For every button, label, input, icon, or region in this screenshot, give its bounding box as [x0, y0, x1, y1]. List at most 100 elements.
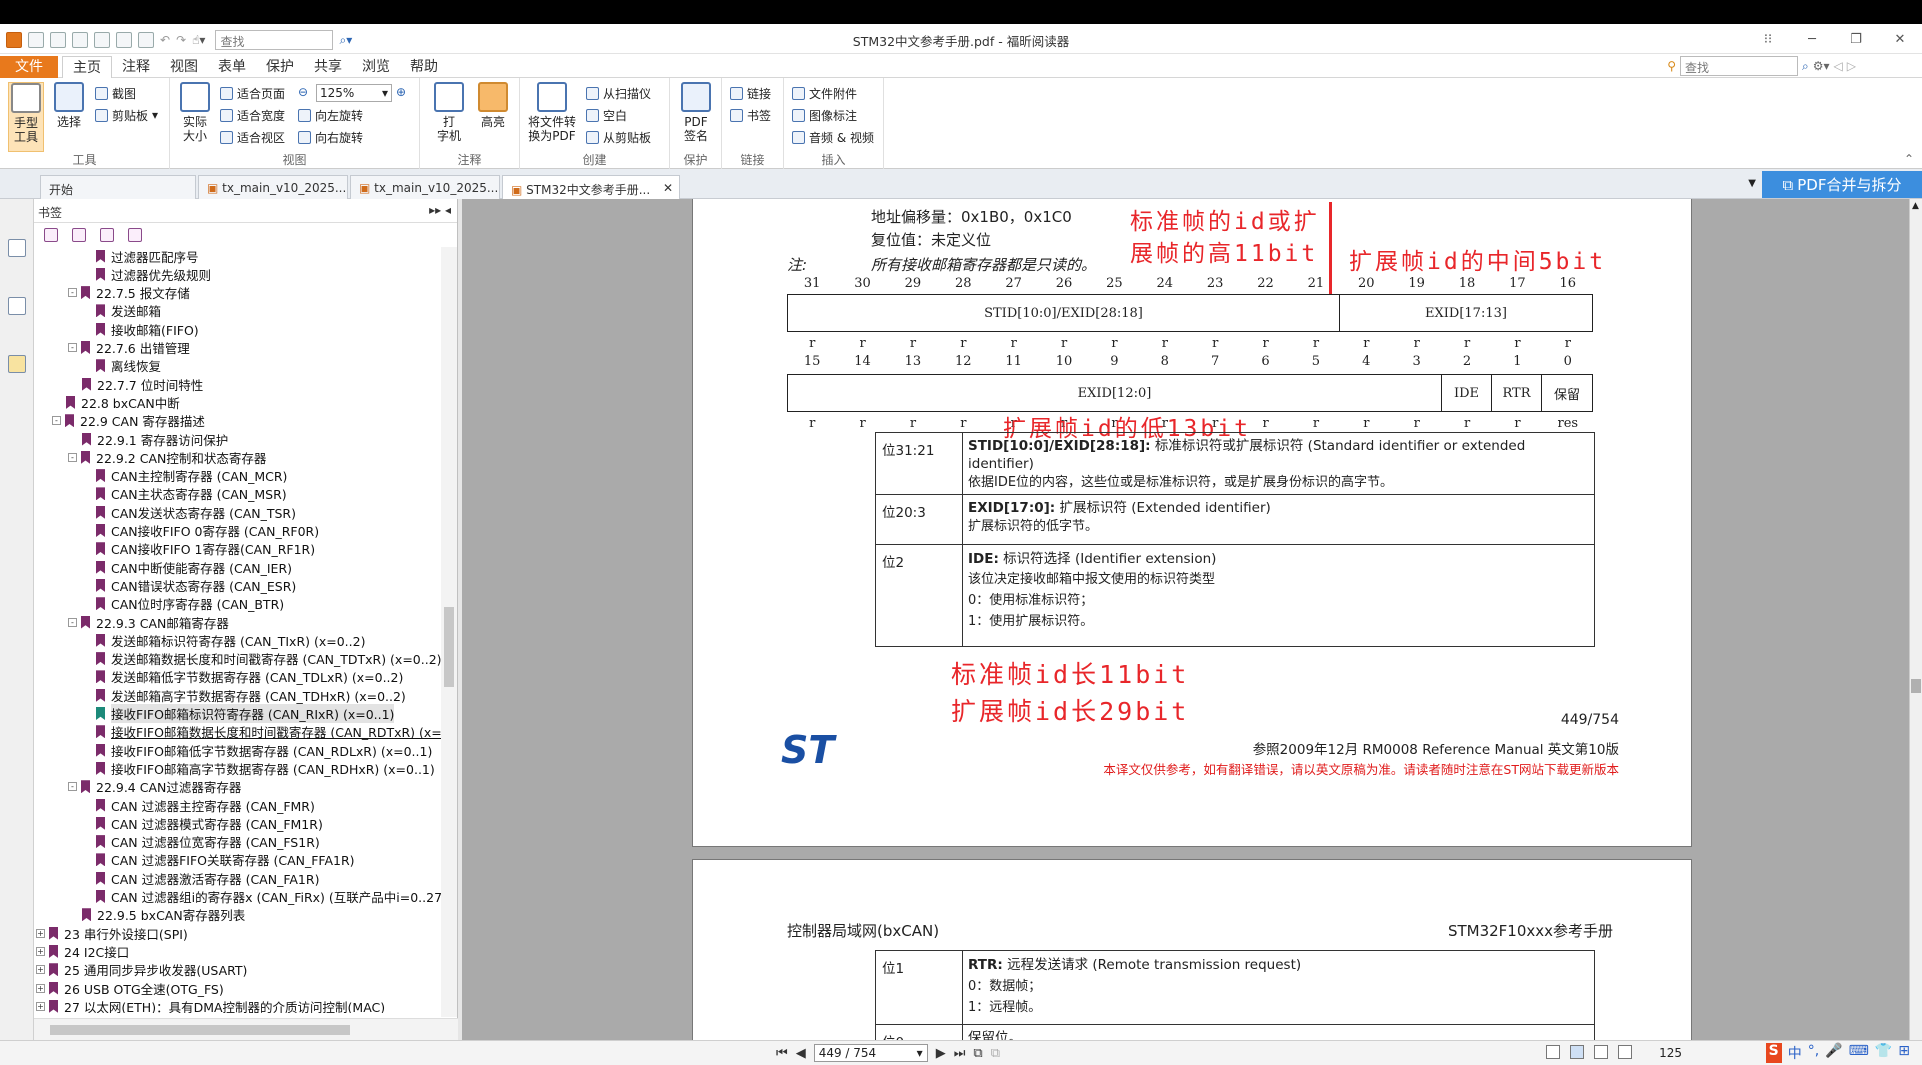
menu-home[interactable]: 主页 — [62, 56, 112, 78]
bookmark-item[interactable]: 接收FIFO邮箱数据长度和时间戳寄存器 (CAN_RDTxR) (x=0..1) — [96, 723, 457, 741]
menu-comment[interactable]: 注释 — [112, 56, 160, 78]
bookmark-item[interactable]: CAN主状态寄存器 (CAN_MSR) — [96, 485, 287, 503]
close-button[interactable]: ✕ — [1878, 24, 1922, 54]
document-viewer[interactable]: 地址偏移量：0x1B0，0x1C0 复位值：未定义位 注: 所有接收邮箱寄存器都… — [462, 199, 1909, 1040]
search-icon[interactable]: ⌕ — [1802, 59, 1809, 74]
bookmark-item[interactable]: 接收邮箱(FIFO) — [96, 320, 199, 338]
prev-page-icon[interactable]: ◀ — [796, 1046, 806, 1061]
zoom-in-icon[interactable]: ⊕ — [396, 85, 406, 99]
ribbon-toggle-icon[interactable]: ⁝⁝ — [1746, 24, 1790, 54]
continuous-icon[interactable] — [1570, 1045, 1584, 1059]
bookmark-item[interactable]: +27 以太网(ETH)：具有DMA控制器的介质访问控制(MAC) — [36, 997, 385, 1013]
tab-list-dropdown-icon[interactable]: ▼ — [1748, 178, 1756, 189]
menu-share[interactable]: 共享 — [304, 56, 352, 78]
image-annotation-button[interactable]: 图像标注 — [792, 106, 857, 124]
collapse-icon[interactable]: - — [68, 617, 77, 627]
expand-icon[interactable]: + — [36, 946, 45, 956]
bookmark-item[interactable]: - 22.7.6 出错管理 — [68, 339, 190, 357]
bookmark-item[interactable]: - 22.9.2 CAN控制和状态寄存器 — [68, 448, 266, 466]
rotate-left-button[interactable]: 向左旋转 — [298, 106, 363, 124]
rotate-right-button[interactable]: 向右旋转 — [298, 128, 363, 146]
bookmark-item[interactable]: - 22.9 CAN 寄存器描述 — [52, 412, 205, 430]
bookmark-item[interactable]: 发送邮箱 — [96, 302, 161, 320]
pdf-merge-split-button[interactable]: ⧉ PDF合并与拆分 — [1762, 171, 1922, 198]
bookmark-item[interactable]: 22.9.5 bxCAN寄存器列表 — [82, 906, 245, 924]
bookmark-item[interactable]: CAN错误状态寄存器 (CAN_ESR) — [96, 576, 296, 594]
bookmark-item[interactable]: 22.7.7 位时间特性 — [82, 375, 203, 393]
bookmark-item[interactable]: CAN接收FIFO 0寄存器 (CAN_RF0R) — [96, 522, 319, 540]
bookmark-item[interactable]: 发送邮箱低字节数据寄存器 (CAN_TDLxR) (x=0..2) — [96, 668, 403, 686]
scrollbar-thumb[interactable] — [444, 607, 454, 687]
bookmark-item[interactable]: 22.9.1 寄存器访问保护 — [82, 430, 228, 448]
zoom-out-icon[interactable]: ⊖ — [298, 85, 308, 99]
tab-start[interactable]: 开始 — [40, 175, 196, 199]
bookmark-item[interactable]: +26 USB OTG全速(OTG_FS) — [36, 979, 224, 997]
bookmark-delete-icon[interactable] — [72, 228, 86, 242]
bookmark-item[interactable]: CAN主控制寄存器 (CAN_MCR) — [96, 467, 287, 485]
highlight-button[interactable]: 高亮 — [476, 82, 510, 129]
ime-voice-icon[interactable]: 🎤 — [1825, 1043, 1842, 1063]
bookmark-item[interactable]: CAN 过滤器模式寄存器 (CAN_FM1R) — [96, 814, 323, 832]
restore-button[interactable]: ❐ — [1834, 24, 1878, 54]
bookmark-item[interactable]: 过滤器优先级规则 — [96, 265, 211, 283]
menu-form[interactable]: 表单 — [208, 56, 256, 78]
bookmark-scrollbar[interactable] — [441, 247, 457, 1017]
bookmark-item[interactable]: CAN 过滤器主控寄存器 (CAN_FMR) — [96, 796, 315, 814]
bookmark-item[interactable]: +24 I2C接口 — [36, 942, 129, 960]
bookmark-item[interactable]: 发送邮箱数据长度和时间戳寄存器 (CAN_TDTxR) (x=0..2) — [96, 650, 442, 668]
bookmark-item[interactable]: 发送邮箱标识符寄存器 (CAN_TIxR) (x=0..2) — [96, 631, 365, 649]
link-button[interactable]: 链接 — [730, 84, 771, 102]
bookmark-item[interactable]: CAN位时序寄存器 (CAN_BTR) — [96, 595, 284, 613]
pages-panel-icon[interactable] — [7, 297, 26, 315]
menu-browse[interactable]: 浏览 — [352, 56, 400, 78]
bookmark-item[interactable]: CAN 过滤器FIFO关联寄存器 (CAN_FFA1R) — [96, 851, 355, 869]
collapse-icon[interactable]: - — [68, 288, 77, 298]
bookmark-item[interactable]: - 22.9.4 CAN过滤器寄存器 — [68, 778, 241, 796]
bookmark-item[interactable]: 接收FIFO邮箱低字节数据寄存器 (CAN_RDLxR) (x=0..1) — [96, 741, 432, 759]
collapse-icon[interactable]: - — [68, 452, 77, 462]
viewer-scrollbar[interactable]: ▲ — [1909, 199, 1922, 1040]
tab-tx-main-2[interactable]: ▣ tx_main_v10_2025... — [350, 175, 500, 199]
hand-tool-button[interactable]: 手型 工具 — [8, 82, 44, 152]
fit-width-button[interactable]: 适合宽度 — [220, 106, 285, 124]
blank-button[interactable]: 空白 — [586, 106, 627, 124]
tab-tx-main-1[interactable]: ▣ tx_main_v10_2025... — [198, 175, 348, 199]
ime-skin-icon[interactable]: 👕 — [1875, 1043, 1892, 1063]
ime-lang[interactable]: 中 — [1788, 1043, 1802, 1063]
ime-keyboard-icon[interactable]: ⌨ — [1849, 1043, 1869, 1063]
snapshot-button[interactable]: 截图 — [95, 84, 136, 102]
typewriter-button[interactable]: 打 字机 — [432, 82, 466, 143]
facing-icon[interactable] — [1594, 1045, 1608, 1059]
audio-video-button[interactable]: 音频 & 视频 — [792, 128, 874, 146]
expand-icon[interactable]: + — [36, 928, 45, 938]
expand-icon[interactable]: + — [36, 1001, 45, 1011]
ime-punct[interactable]: °, — [1808, 1043, 1819, 1063]
settings-icon[interactable]: ⚙▾ — [1813, 59, 1830, 73]
scrollbar-thumb[interactable] — [1911, 679, 1921, 693]
select-button[interactable]: 选择 — [52, 82, 86, 129]
bookmark-expand-icon[interactable] — [44, 228, 58, 242]
first-page-icon[interactable]: ⏮ — [776, 1046, 788, 1061]
comments-panel-icon[interactable] — [7, 355, 26, 373]
bookmark-item[interactable]: CAN中断使能寄存器 (CAN_IER) — [96, 558, 292, 576]
page-input[interactable]: 449 / 754 ▾ — [813, 1044, 928, 1062]
minimize-button[interactable]: ─ — [1790, 24, 1834, 54]
fit-visible-button[interactable]: 适合视区 — [220, 128, 285, 146]
bookmark-item[interactable]: 22.8 bxCAN中断 — [66, 393, 180, 411]
bookmark-item[interactable]: CAN 过滤器位宽寄存器 (CAN_FS1R) — [96, 833, 320, 851]
panel-controls[interactable]: ▸▸ ◂ — [429, 203, 451, 217]
bookmarks-panel-icon[interactable] — [7, 239, 26, 257]
page-copy-icon[interactable]: ⧉ — [973, 1046, 982, 1061]
scroll-mode-icon[interactable] — [1618, 1045, 1632, 1059]
scrollbar-thumb[interactable] — [50, 1025, 350, 1035]
bookmark-item[interactable]: 接收FIFO邮箱标识符寄存器 (CAN_RIxR) (x=0..1) — [96, 704, 395, 723]
bookmark-add-icon[interactable] — [100, 228, 114, 242]
bookmark-item[interactable]: 发送邮箱高字节数据寄存器 (CAN_TDHxR) (x=0..2) — [96, 686, 406, 704]
forward-icon[interactable]: ▷ — [1847, 59, 1856, 73]
bookmark-item[interactable]: - 22.9.3 CAN邮箱寄存器 — [68, 613, 229, 631]
clipboard-button[interactable]: 剪贴板 ▾ — [95, 106, 158, 124]
next-page-icon[interactable]: ▶ — [936, 1046, 946, 1061]
bookmark-item[interactable]: CAN 过滤器激活寄存器 (CAN_FA1R) — [96, 869, 319, 887]
menu-help[interactable]: 帮助 — [400, 56, 448, 78]
collapse-icon[interactable]: - — [68, 343, 77, 352]
